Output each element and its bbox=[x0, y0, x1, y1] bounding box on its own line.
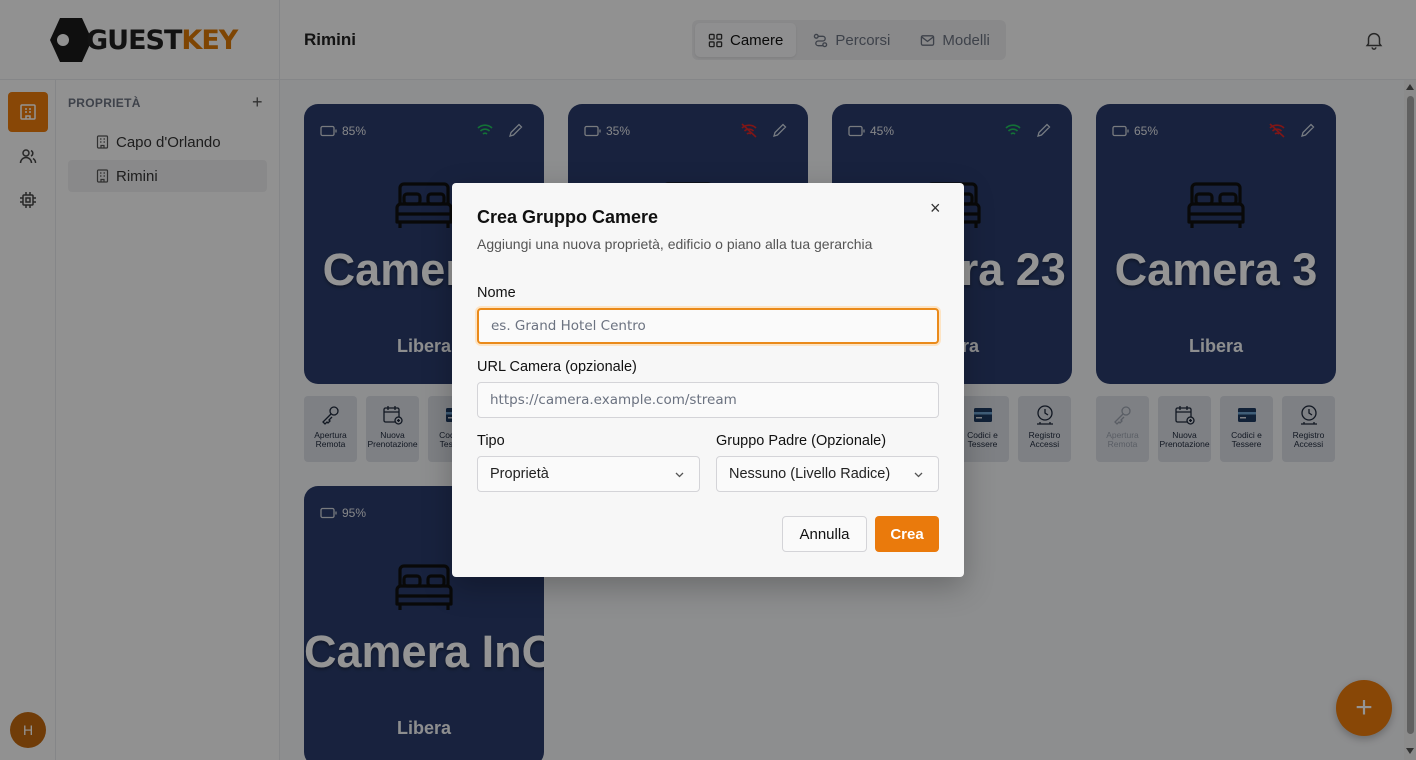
name-input[interactable] bbox=[477, 308, 939, 344]
chevron-down-icon bbox=[675, 472, 684, 478]
dialog-title: Crea Gruppo Camere bbox=[477, 207, 659, 227]
cancel-button[interactable]: Annulla bbox=[782, 516, 867, 552]
chevron-down-icon bbox=[914, 472, 923, 478]
dialog-subtitle: Aggiungi una nuova proprietà, edificio o… bbox=[477, 236, 873, 252]
close-icon[interactable]: × bbox=[930, 199, 941, 217]
type-label: Tipo bbox=[477, 433, 505, 449]
create-group-dialog: Crea Gruppo Camere Aggiungi una nuova pr… bbox=[452, 183, 964, 577]
name-label: Nome bbox=[477, 285, 516, 301]
create-button[interactable]: Crea bbox=[875, 516, 939, 552]
camera-url-input[interactable] bbox=[477, 382, 939, 418]
type-select[interactable]: Proprietà bbox=[477, 456, 700, 492]
camera-url-label: URL Camera (opzionale) bbox=[477, 359, 637, 375]
type-select-value: Proprietà bbox=[490, 466, 549, 482]
parent-group-select-value: Nessuno (Livello Radice) bbox=[729, 466, 891, 482]
parent-group-select[interactable]: Nessuno (Livello Radice) bbox=[716, 456, 939, 492]
parent-group-label: Gruppo Padre (Opzionale) bbox=[716, 433, 887, 449]
